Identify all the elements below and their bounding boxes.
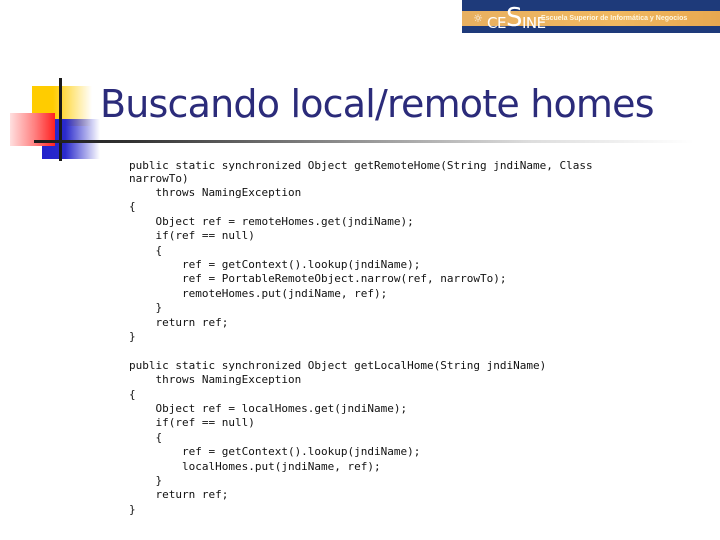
logo-brand-prefix: CE	[487, 14, 506, 32]
code-line: Object ref = localHomes.get(jndiName);	[129, 401, 408, 415]
code-line: throws NamingException	[129, 185, 302, 199]
decorative-vertical-line	[59, 78, 62, 161]
code-line: return ref;	[129, 315, 229, 329]
code-line: ref = getContext().lookup(jndiName);	[129, 257, 421, 271]
cesine-logo-banner: ☼ CESINE Escuela Superior de Informática…	[462, 0, 720, 33]
code-line: }	[129, 502, 136, 516]
code-line: ref = getContext().lookup(jndiName);	[129, 445, 421, 459]
logo-brand-name: CESINE	[487, 5, 546, 32]
code-line: }	[129, 329, 136, 343]
title-underline-rule	[34, 140, 694, 143]
logo-subtitle: Escuela Superior de Informática y Negoci…	[541, 15, 688, 22]
code-line: return ref;	[129, 488, 229, 502]
code-line: throws NamingException	[129, 373, 302, 387]
code-line: {	[129, 243, 163, 257]
globe-emblem-icon: ☼	[473, 12, 483, 25]
code-line: public static synchronized Object getRem…	[129, 159, 593, 172]
slide-title: Buscando local/remote homes	[100, 82, 655, 126]
code-line: remoteHomes.put(jndiName, ref);	[129, 286, 388, 300]
code-line: if(ref == null)	[129, 229, 255, 243]
code-line: Object ref = remoteHomes.get(jndiName);	[129, 214, 414, 228]
code-line: ref = PortableRemoteObject.narrow(ref, n…	[129, 272, 507, 286]
code-line: if(ref == null)	[129, 416, 255, 430]
code-line: {	[129, 200, 136, 214]
code-line: {	[129, 430, 163, 444]
code-line: {	[129, 387, 136, 401]
code-line: localHomes.put(jndiName, ref);	[129, 459, 381, 473]
code-listing: public static synchronized Object getRem…	[129, 159, 689, 517]
code-line: }	[129, 301, 163, 315]
code-line: narrowTo)	[129, 171, 189, 185]
code-line: }	[129, 474, 163, 488]
code-line: public static synchronized Object getLoc…	[129, 358, 547, 372]
logo-brand-s: S	[505, 3, 523, 33]
